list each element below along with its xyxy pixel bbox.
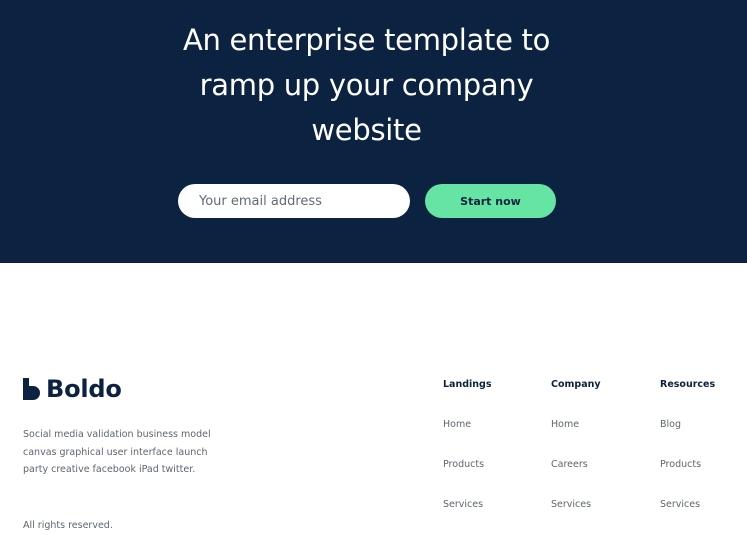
- footer-link-services[interactable]: Services: [551, 498, 591, 512]
- footer-link-services[interactable]: Services: [660, 498, 700, 512]
- footer-column-company: Company Home Careers Services: [551, 378, 601, 510]
- cta-banner: An enterprise template to ramp up your c…: [0, 0, 747, 263]
- cta-heading-line: website: [311, 113, 422, 147]
- brand-name: Boldo: [46, 375, 122, 403]
- footer-column-resources: Resources Blog Products Services: [660, 378, 716, 510]
- copyright-text: All rights reserved.: [23, 520, 113, 531]
- start-now-button[interactable]: Start now: [425, 184, 556, 218]
- footer-link-products[interactable]: Products: [660, 458, 701, 472]
- boldo-logo-icon: [23, 378, 40, 400]
- footer-link-services[interactable]: Services: [443, 498, 483, 512]
- footer-link-home[interactable]: Home: [443, 418, 471, 432]
- footer-column-heading: Landings: [443, 379, 492, 390]
- footer-column-heading: Resources: [660, 379, 716, 390]
- cta-heading-line: ramp up your company: [199, 68, 534, 102]
- brand-logo-link[interactable]: Boldo: [23, 374, 122, 404]
- footer-column-landings: Landings Home Products Services: [443, 378, 492, 510]
- email-input[interactable]: [178, 184, 410, 218]
- footer-link-blog[interactable]: Blog: [660, 418, 681, 432]
- cta-heading: An enterprise template to ramp up your c…: [0, 18, 733, 153]
- footer-column-heading: Company: [551, 379, 601, 390]
- brand-description: Social media validation business model c…: [23, 429, 211, 475]
- footer-link-home[interactable]: Home: [551, 418, 579, 432]
- footer-link-products[interactable]: Products: [443, 458, 484, 472]
- cta-heading-line: An enterprise template to: [182, 23, 551, 57]
- page: An enterprise template to ramp up your c…: [0, 0, 747, 535]
- footer-link-careers[interactable]: Careers: [551, 458, 588, 472]
